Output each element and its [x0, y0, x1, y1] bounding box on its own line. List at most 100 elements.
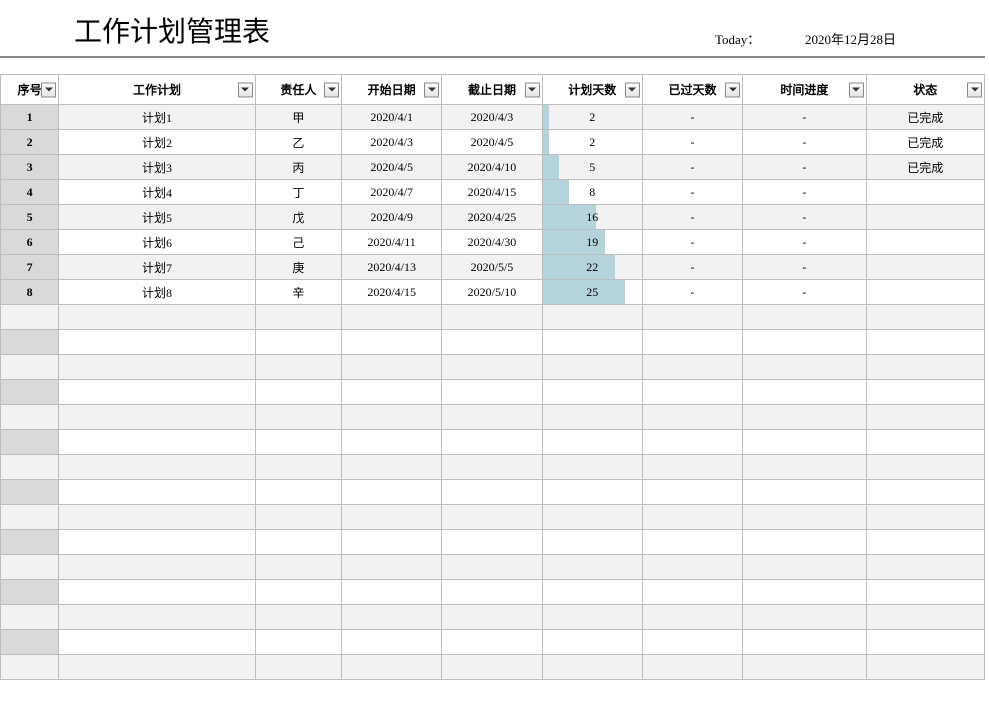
past-cell — [642, 405, 742, 430]
prog-cell — [743, 305, 866, 330]
status-cell — [866, 355, 984, 380]
status-cell — [866, 405, 984, 430]
end-cell — [442, 530, 542, 555]
past-cell: - — [642, 155, 742, 180]
filter-icon[interactable] — [525, 82, 540, 97]
seq-cell: 2 — [1, 130, 59, 155]
past-cell: - — [642, 130, 742, 155]
filter-icon[interactable] — [967, 82, 982, 97]
plan-cell — [59, 430, 256, 455]
start-cell: 2020/4/1 — [342, 105, 442, 130]
owner-cell: 戊 — [255, 205, 341, 230]
col-prog-label: 时间进度 — [780, 83, 828, 97]
days-cell — [542, 505, 642, 530]
col-past[interactable]: 已过天数 — [642, 75, 742, 105]
owner-cell — [255, 630, 341, 655]
col-prog[interactable]: 时间进度 — [743, 75, 866, 105]
seq-cell: 5 — [1, 205, 59, 230]
col-end[interactable]: 截止日期 — [442, 75, 542, 105]
owner-cell — [255, 480, 341, 505]
col-end-label: 截止日期 — [468, 83, 516, 97]
owner-cell: 丁 — [255, 180, 341, 205]
days-cell — [542, 355, 642, 380]
col-days-label: 计划天数 — [568, 83, 616, 97]
status-cell — [866, 380, 984, 405]
filter-icon[interactable] — [725, 82, 740, 97]
owner-cell — [255, 305, 341, 330]
col-past-label: 已过天数 — [669, 83, 717, 97]
col-seq[interactable]: 序号 — [1, 75, 59, 105]
days-cell: 19 — [542, 230, 642, 255]
filter-icon[interactable] — [238, 82, 253, 97]
plan-cell — [59, 580, 256, 605]
past-cell — [642, 630, 742, 655]
filter-icon[interactable] — [41, 82, 56, 97]
days-text: 2 — [589, 135, 595, 149]
today-block: Today： 2020年12月28日 — [715, 29, 985, 50]
col-stat[interactable]: 状态 — [866, 75, 984, 105]
past-cell — [642, 330, 742, 355]
past-cell — [642, 655, 742, 680]
days-cell — [542, 330, 642, 355]
plan-cell — [59, 405, 256, 430]
days-cell — [542, 555, 642, 580]
seq-cell — [1, 480, 59, 505]
end-cell — [442, 380, 542, 405]
past-cell — [642, 480, 742, 505]
status-cell — [866, 230, 984, 255]
col-plan[interactable]: 工作计划 — [59, 75, 256, 105]
prog-cell — [743, 655, 866, 680]
filter-icon[interactable] — [849, 82, 864, 97]
status-cell — [866, 555, 984, 580]
prog-cell: - — [743, 280, 866, 305]
plan-cell: 计划5 — [59, 205, 256, 230]
table-row — [1, 655, 985, 680]
plan-table: 序号 工作计划 责任人 开始日期 截止日期 计划天数 已过天数 时间进度 状态 … — [0, 74, 985, 680]
seq-cell — [1, 355, 59, 380]
table-row: 5计划5戊2020/4/92020/4/2516-- — [1, 205, 985, 230]
table-row: 6计划6己2020/4/112020/4/3019-- — [1, 230, 985, 255]
start-cell — [342, 630, 442, 655]
table-row: 8计划8辛2020/4/152020/5/1025-- — [1, 280, 985, 305]
end-cell — [442, 580, 542, 605]
days-text: 2 — [589, 110, 595, 124]
days-text: 19 — [586, 235, 598, 249]
col-owner-label: 责任人 — [280, 83, 316, 97]
plan-cell — [59, 380, 256, 405]
seq-cell — [1, 580, 59, 605]
end-cell: 2020/4/15 — [442, 180, 542, 205]
seq-cell: 4 — [1, 180, 59, 205]
status-cell — [866, 430, 984, 455]
end-cell: 2020/4/10 — [442, 155, 542, 180]
table-row — [1, 530, 985, 555]
table-row — [1, 430, 985, 455]
filter-icon[interactable] — [324, 82, 339, 97]
filter-icon[interactable] — [424, 82, 439, 97]
start-cell — [342, 580, 442, 605]
prog-cell — [743, 505, 866, 530]
owner-cell — [255, 330, 341, 355]
filter-icon[interactable] — [625, 82, 640, 97]
owner-cell — [255, 380, 341, 405]
plan-cell — [59, 455, 256, 480]
plan-cell — [59, 605, 256, 630]
past-cell — [642, 580, 742, 605]
plan-cell: 计划2 — [59, 130, 256, 155]
past-cell: - — [642, 280, 742, 305]
days-cell: 16 — [542, 205, 642, 230]
col-start[interactable]: 开始日期 — [342, 75, 442, 105]
past-cell — [642, 380, 742, 405]
col-days[interactable]: 计划天数 — [542, 75, 642, 105]
plan-cell: 计划1 — [59, 105, 256, 130]
owner-cell: 丙 — [255, 155, 341, 180]
end-cell — [442, 505, 542, 530]
start-cell: 2020/4/9 — [342, 205, 442, 230]
status-cell — [866, 480, 984, 505]
plan-cell — [59, 305, 256, 330]
seq-cell: 8 — [1, 280, 59, 305]
prog-cell — [743, 330, 866, 355]
start-cell: 2020/4/15 — [342, 280, 442, 305]
col-owner[interactable]: 责任人 — [255, 75, 341, 105]
table-row — [1, 505, 985, 530]
owner-cell — [255, 605, 341, 630]
